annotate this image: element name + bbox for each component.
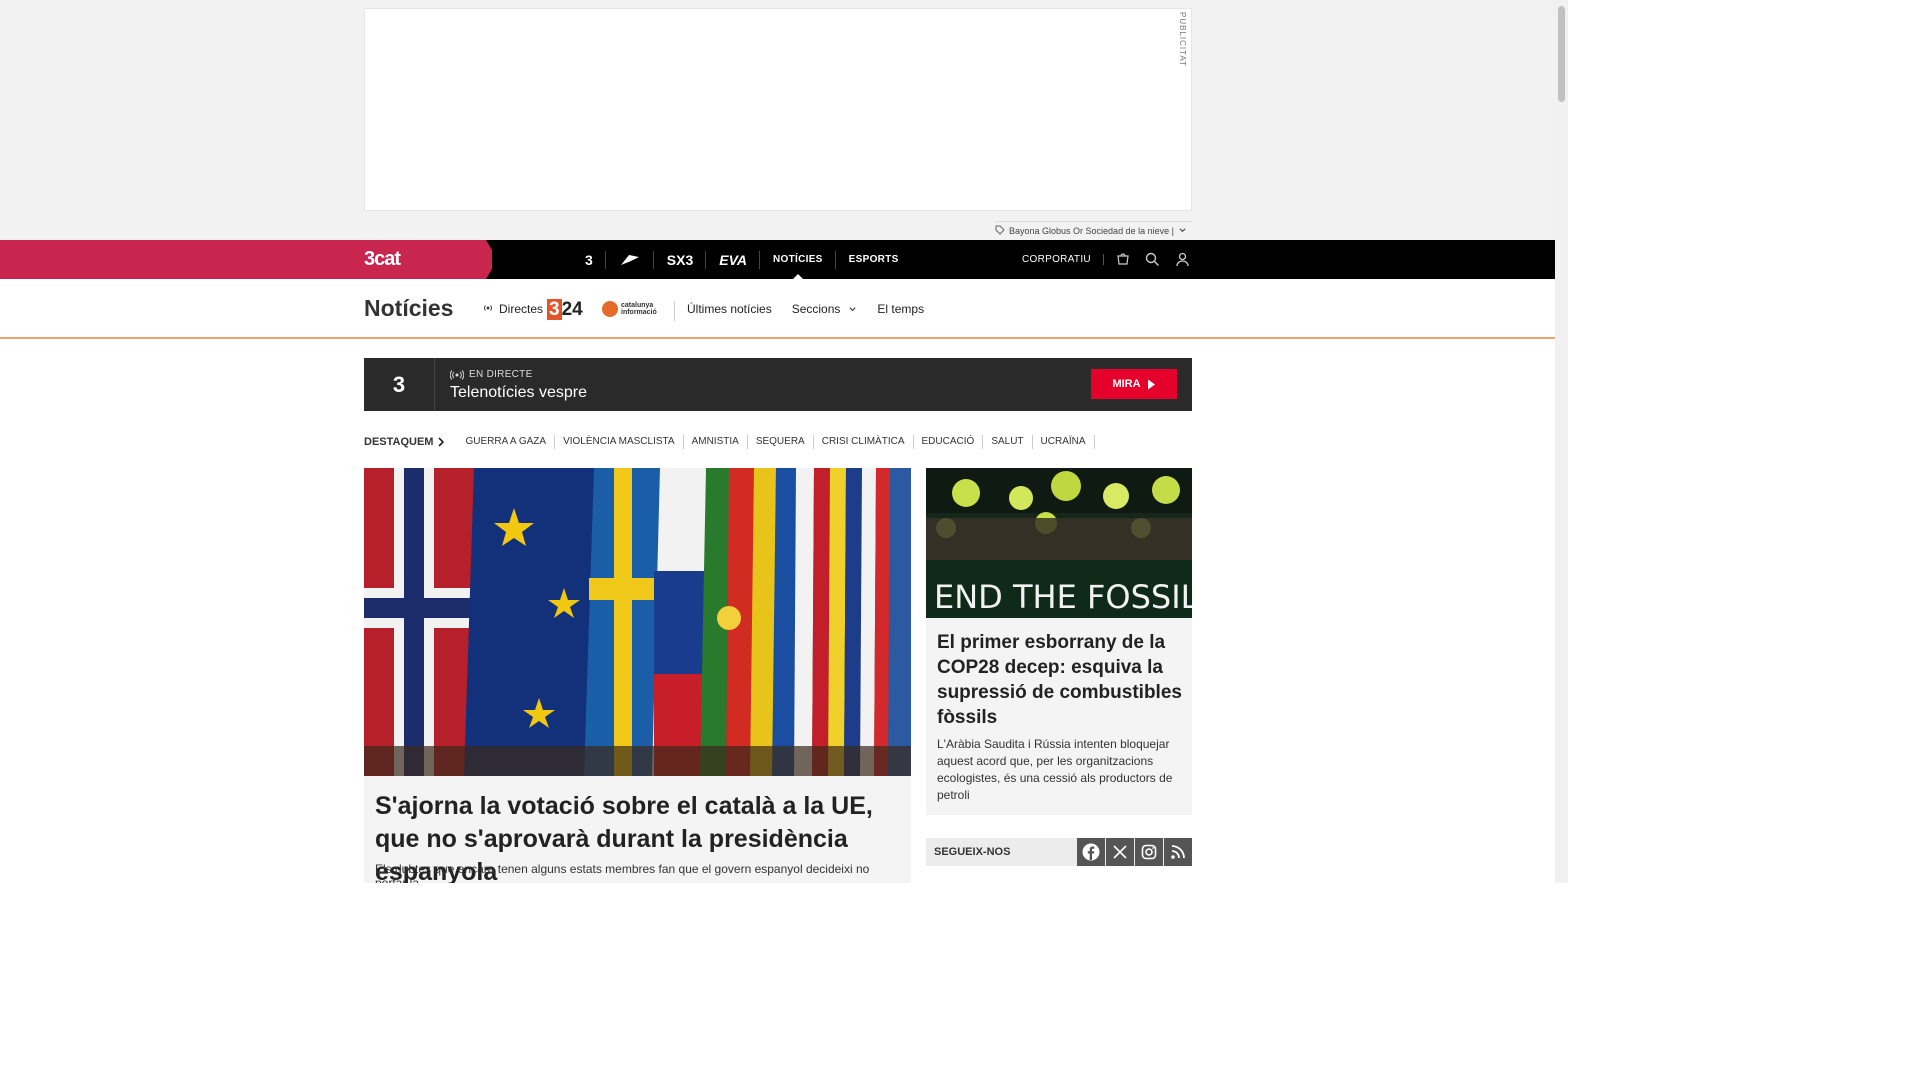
nav-noticies[interactable]: NOTÍCIES (760, 240, 836, 279)
nav-esports[interactable]: ESPORTS (836, 240, 912, 279)
topic-tag[interactable]: AMNISTIA (684, 435, 748, 449)
catradio-icon (620, 254, 639, 265)
instagram-icon[interactable] (1135, 838, 1163, 866)
watch-live-button[interactable]: MIRA (1091, 369, 1177, 399)
user-icon[interactable] (1168, 240, 1198, 279)
side-article-card[interactable]: El primer esborrany de la COP28 decep: e… (926, 618, 1192, 815)
main-article-summary: Els dubtes que encara tenen alguns estat… (375, 862, 870, 883)
facebook-icon[interactable] (1077, 838, 1105, 866)
live-program-title: Telenotícies vespre (450, 384, 587, 401)
channel-sx3-logo[interactable]: SX3 (654, 240, 707, 279)
page: PUBLICITAT Bayona Globus Or Sociedad de … (0, 0, 1555, 883)
chevron-right-icon (438, 437, 445, 447)
topic-tag[interactable]: GUERRA A GAZA (457, 435, 556, 449)
logo-324[interactable]: 3 24 (547, 299, 583, 321)
channel-nav: 3 SX3 EVA NOTÍCIES ESPORTS (572, 240, 912, 279)
x-icon[interactable] (1106, 838, 1134, 866)
side-article-title[interactable]: El primer esborrany de la COP28 decep: e… (937, 630, 1182, 730)
section-header: Notícies Directes 3 24 catalunya informaci… (0, 279, 1555, 339)
rss-icon[interactable] (1164, 838, 1192, 866)
page-scrollbar[interactable] (1555, 0, 1568, 883)
main-article-card[interactable]: S'ajorna la votació sobre el català a la… (364, 776, 911, 883)
section-nav: Últimes notícies Seccions El temps (687, 302, 924, 316)
chevron-down-icon[interactable] (1178, 226, 1187, 237)
scrollbar-thumb[interactable] (1558, 6, 1565, 102)
nav-el-temps[interactable]: El temps (877, 302, 924, 316)
divider (674, 301, 675, 321)
follow-us-label: SEGUEIX-NOS (934, 846, 1011, 858)
topic-tag[interactable]: VIOLÈNCIA MASCLISTA (555, 435, 684, 449)
side-article-image[interactable]: END THE FOSSIL ERA (926, 468, 1192, 618)
topic-tag[interactable]: UCRAÏNA (1033, 435, 1095, 449)
directes-label: Directes (499, 302, 544, 316)
topic-tag[interactable]: EDUCACIÓ (914, 435, 984, 449)
brand-logo[interactable]: 3cat (364, 248, 401, 271)
catinfo-circle-icon (602, 301, 618, 317)
channel-eva-logo[interactable]: EVA (706, 240, 760, 279)
ad-tag-bar[interactable]: Bayona Globus Or Sociedad de la nieve | (995, 221, 1192, 240)
nav-corporatiu[interactable]: CORPORATIU (1022, 254, 1104, 265)
channel-3-logo[interactable]: 3 (572, 240, 606, 279)
topic-tag[interactable]: CRISI CLIMÀTICA (814, 435, 914, 449)
directes-link[interactable]: Directes (482, 302, 543, 316)
cart-icon[interactable] (1108, 240, 1138, 279)
top-navigation: 3cat 3 SX3 EVA NOTÍCIES ESPORTS CORPORAT… (0, 240, 1555, 279)
topic-tag[interactable]: SEQUERA (748, 435, 814, 449)
tag-icon (995, 225, 1005, 237)
topic-tag[interactable]: SALUT (983, 435, 1033, 449)
follow-us-bar: SEGUEIX-NOS (926, 838, 1192, 866)
live-banner[interactable]: 3 EN DIRECTE Telenotícies vespre MIRA (364, 358, 1192, 411)
search-icon[interactable] (1138, 240, 1168, 279)
live-status: EN DIRECTE (450, 369, 533, 380)
live-broadcast-icon (450, 369, 464, 380)
featured-topics: DESTAQUEM GUERRA A GAZA VIOLÈNCIA MASCLI… (364, 434, 1095, 450)
channel-catradio-logo[interactable] (606, 240, 654, 279)
side-article-summary: L'Aràbia Saudita i Rússia intenten bloqu… (937, 737, 1173, 802)
featured-label[interactable]: DESTAQUEM (364, 436, 445, 448)
ad-area: PUBLICITAT Bayona Globus Or Sociedad de … (0, 0, 1555, 240)
logo-catalunya-informacio[interactable]: catalunya informació (602, 301, 657, 317)
ad-label: PUBLICITAT (1178, 12, 1187, 68)
main-article-image[interactable] (364, 468, 911, 776)
play-icon (1147, 379, 1155, 389)
ad-banner[interactable] (364, 8, 1192, 211)
nav-seccions[interactable]: Seccions (792, 302, 858, 316)
social-icons (1077, 838, 1192, 866)
live-broadcast-icon (482, 302, 494, 316)
section-title[interactable]: Notícies (364, 295, 453, 322)
top-right-nav: CORPORATIU (1022, 240, 1198, 279)
ad-tag-text: Bayona Globus Or Sociedad de la nieve | (1009, 226, 1174, 236)
chevron-down-icon (849, 306, 857, 311)
nav-ultimes-noticies[interactable]: Últimes notícies (687, 302, 772, 316)
channel-3-logo: 3 (364, 358, 435, 411)
brand-area (0, 240, 492, 279)
side-image-banner-text: END THE FOSSIL ERA (934, 578, 1192, 616)
